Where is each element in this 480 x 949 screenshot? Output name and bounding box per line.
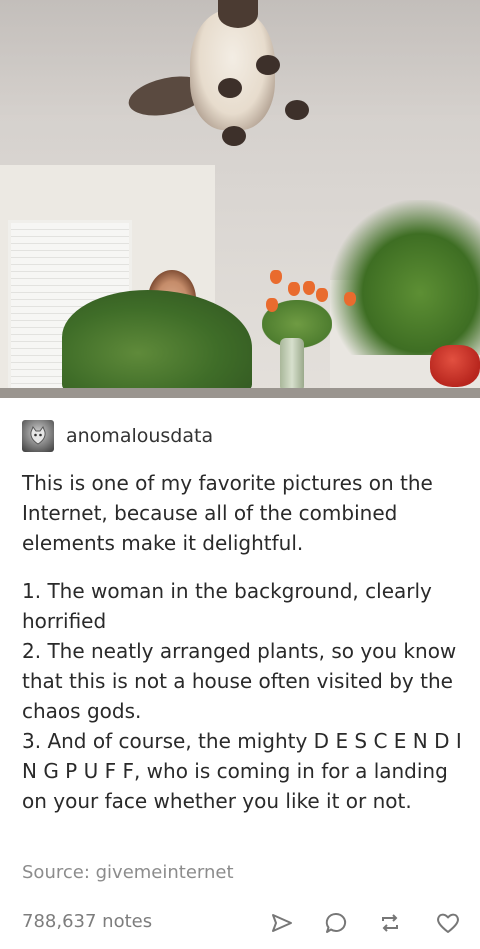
send-icon[interactable] (268, 909, 296, 937)
red-flower-pot (430, 345, 480, 387)
heart-icon[interactable] (434, 909, 462, 937)
tulip (303, 281, 315, 295)
post-text-list: 1. The woman in the background, clearly … (22, 579, 462, 813)
glass-vase (280, 338, 304, 392)
leafy-plant (62, 290, 252, 395)
post-footer: 788,637 notes (0, 903, 480, 949)
cat-paw (218, 78, 242, 98)
tulip (270, 270, 282, 284)
cat-paw (222, 126, 246, 146)
counter-top (0, 388, 480, 398)
tulip (266, 298, 278, 312)
comment-icon[interactable] (322, 909, 350, 937)
cat-avatar-icon[interactable] (22, 420, 54, 452)
cat-paw (256, 55, 280, 75)
notes-count[interactable]: 788,637 notes (22, 911, 152, 932)
potted-plant-right (330, 200, 480, 355)
post-photo[interactable] (0, 0, 480, 398)
post-text-intro: This is one of my favorite pictures on t… (22, 471, 433, 555)
tulip (316, 288, 328, 302)
cat-face (218, 0, 258, 28)
post-author[interactable]: anomalousdata (22, 420, 213, 452)
reblog-icon[interactable] (376, 909, 404, 937)
username[interactable]: anomalousdata (66, 425, 213, 447)
tulip (344, 292, 356, 306)
tulip (288, 282, 300, 296)
post-source[interactable]: Source: givemeinternet (22, 862, 234, 883)
cat-paw (285, 100, 309, 120)
post-body: anomalousdata This is one of my favorite… (0, 398, 480, 949)
